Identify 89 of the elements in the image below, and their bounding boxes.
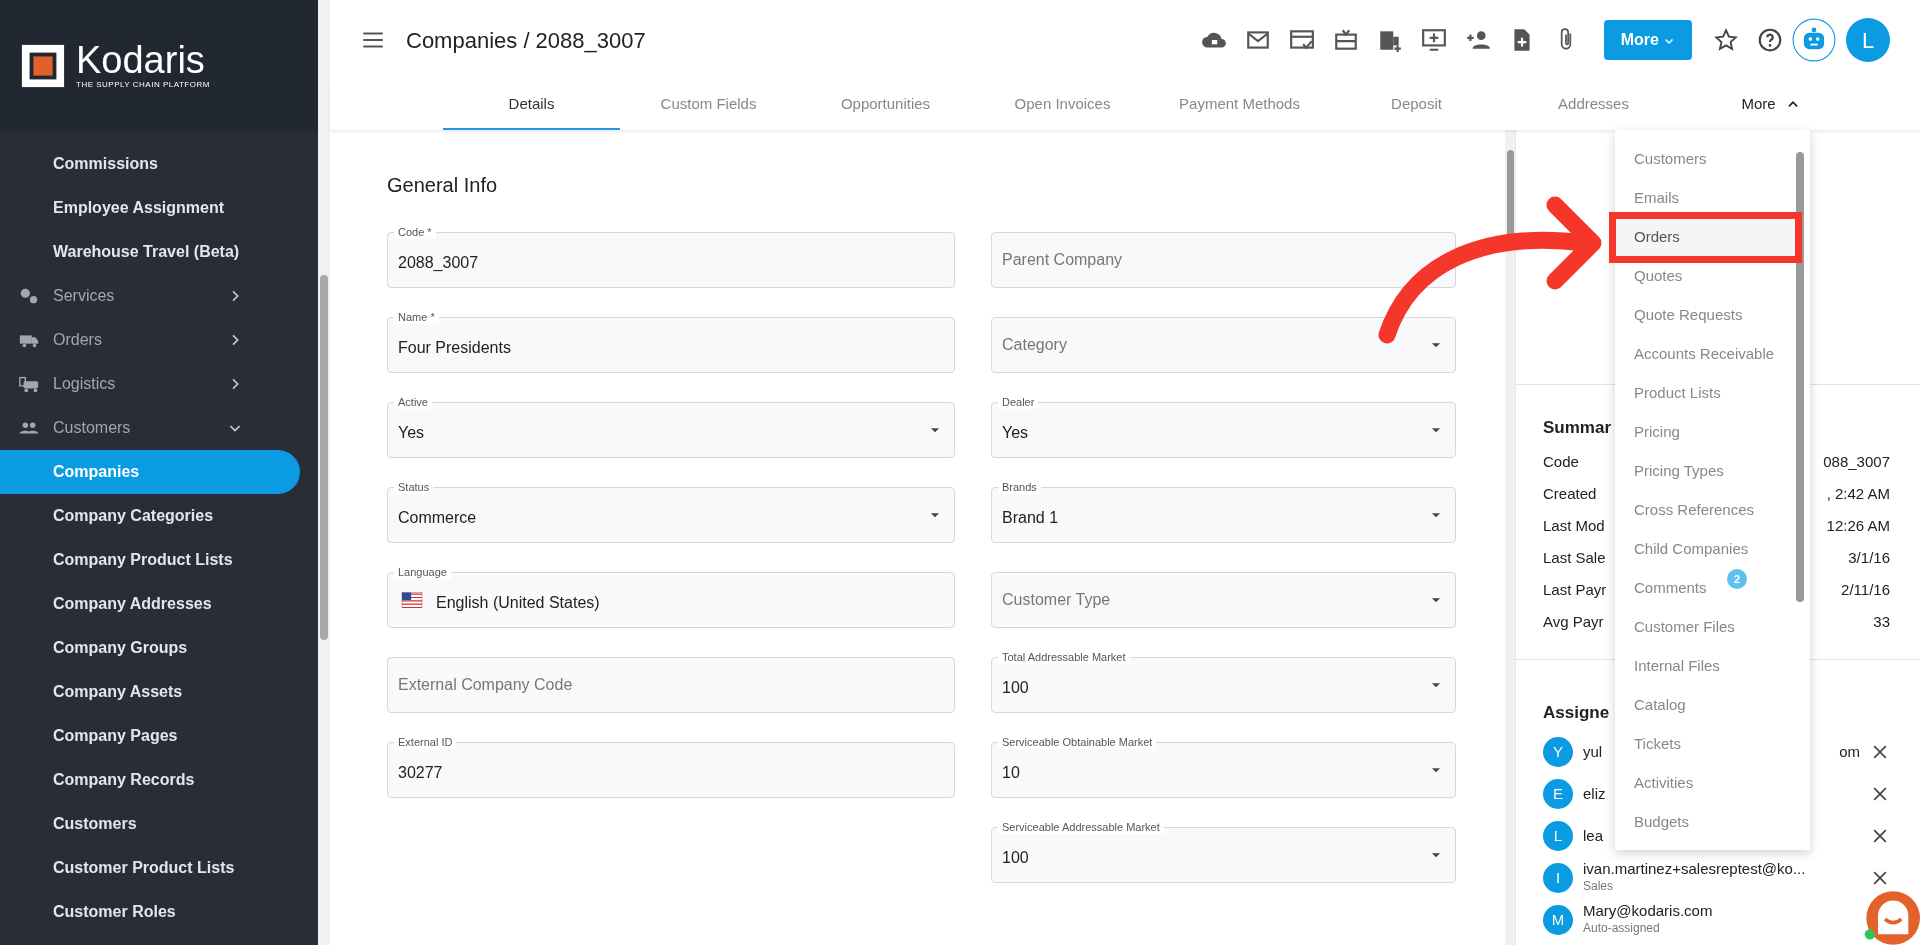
menu-item[interactable]: Customer Files [1615, 608, 1796, 647]
summary-label: Avg Payr [1543, 612, 1604, 633]
assignee-email: ivan.martinez+salesreptest@ko... [1583, 860, 1806, 878]
tab[interactable]: More [1682, 80, 1859, 130]
nav-item[interactable]: Company Addresses [0, 582, 318, 626]
assignee-role: Sales [1583, 878, 1615, 896]
menu-item[interactable]: Emails [1615, 179, 1796, 218]
nav-item[interactable]: Warehouse Travel (Beta) [0, 230, 318, 274]
help-icon[interactable] [1757, 27, 1783, 53]
scrollbar-thumb[interactable] [320, 275, 328, 640]
nav-item[interactable]: Company Categories [0, 494, 318, 538]
nav-item[interactable]: Customer Product Lists [0, 846, 318, 890]
menu-item[interactable]: Customers [1615, 140, 1796, 179]
star-icon[interactable] [1713, 27, 1739, 53]
summary-label: Created [1543, 484, 1597, 505]
nav-item[interactable]: Customers [0, 802, 318, 846]
menu-item[interactable]: Catalog [1615, 686, 1796, 725]
count-badge: 2 [1727, 569, 1747, 589]
monitor-add-icon[interactable] [1421, 27, 1447, 53]
logo-text: Kodaris [76, 41, 206, 79]
assignee-role: Auto-assigned [1583, 920, 1661, 938]
menu-item[interactable]: Pricing [1615, 413, 1796, 452]
input-field[interactable]: External Company Code [387, 657, 955, 713]
summary-value: 12:26 AM [1826, 516, 1890, 537]
user-avatar: Y [1543, 737, 1573, 767]
menu-item[interactable]: Child Companies [1615, 530, 1796, 569]
menu-item[interactable]: Pricing Types [1615, 452, 1796, 491]
logo-icon [20, 43, 66, 89]
tab[interactable]: Opportunities [797, 80, 974, 130]
tab[interactable]: Custom Fields [620, 80, 797, 130]
nav-group-label[interactable]: Orders [53, 328, 227, 352]
section-title: General Info [387, 173, 499, 198]
tab[interactable]: Open Invoices [974, 80, 1151, 130]
user-avatar: L [1543, 821, 1573, 851]
nav-item[interactable]: Company Pages [0, 714, 318, 758]
nav-item[interactable]: Customer Roles [0, 890, 318, 934]
summary-label: Last Sale [1543, 548, 1606, 569]
menu-item[interactable]: Internal Files [1615, 647, 1796, 686]
nav-item[interactable]: Company Assets [0, 670, 318, 714]
summary-value: 088_3007 [1823, 452, 1890, 473]
menu-item[interactable]: Accounts Receivable [1615, 335, 1796, 374]
nav-item[interactable]: Commissions [0, 142, 318, 186]
scrollbar-thumb[interactable] [1796, 152, 1804, 602]
gift-card-icon[interactable] [1333, 27, 1359, 53]
nav-group-label[interactable]: Services [53, 284, 227, 308]
nav-item[interactable]: Company Records [0, 758, 318, 802]
input-field[interactable]: Parent Company [991, 232, 1456, 288]
summary-value: , 2:42 AM [1826, 484, 1890, 505]
tab[interactable]: Addresses [1505, 80, 1682, 130]
menu-item[interactable]: Product Lists [1615, 374, 1796, 413]
summary-value: 33 [1873, 612, 1890, 633]
menu-item[interactable]: Quotes [1615, 257, 1796, 296]
nav-item[interactable]: Company Groups [0, 626, 318, 670]
nav-item[interactable]: Company Product Lists [0, 538, 318, 582]
summary-label: Last Mod [1543, 516, 1605, 537]
assignee-email: eliz [1583, 785, 1606, 803]
tab[interactable]: Deposit [1328, 80, 1505, 130]
summary-value: 2/11/16 [1841, 580, 1890, 601]
user-avatar[interactable]: L [1846, 18, 1890, 62]
assignee-email: yul [1583, 743, 1603, 761]
menu-item[interactable]: Comments 2 [1615, 569, 1796, 608]
more-button[interactable]: More [1604, 20, 1692, 60]
summary-label: Code [1543, 452, 1579, 473]
select-field[interactable]: Category [991, 317, 1456, 373]
section-title: Summar [1543, 417, 1612, 439]
select-field[interactable]: Customer Type [991, 572, 1456, 628]
page-title: Companies / 2088_3007 [406, 26, 646, 55]
nav-group-label[interactable]: Customers [53, 416, 227, 440]
nav-item[interactable]: Employee Assignment [0, 186, 318, 230]
user-avatar: E [1543, 779, 1573, 809]
nav-group-label[interactable]: Logistics [53, 372, 227, 396]
menu-item[interactable]: Tickets [1615, 725, 1796, 764]
assignee-email: Mary@kodaris.com [1583, 902, 1713, 920]
flag-icon [398, 590, 426, 610]
summary-label: Last Payr [1543, 580, 1607, 601]
summary-value: 3/1/16 [1848, 548, 1890, 569]
menu-item[interactable]: Activities [1615, 764, 1796, 803]
logo-tagline: THE SUPPLY CHAIN PLATFORM [76, 79, 210, 91]
nav-item[interactable]: Companies [0, 450, 300, 494]
robot-icon[interactable] [1792, 18, 1836, 62]
user-avatar: M [1543, 905, 1573, 935]
menu-item[interactable]: Budgets [1615, 803, 1796, 842]
section-title: Assigne [1543, 701, 1610, 724]
menu-item[interactable]: Cross References [1615, 491, 1796, 530]
tab[interactable]: Payment Methods [1151, 80, 1328, 130]
menu-item[interactable]: Quote Requests [1615, 296, 1796, 335]
user-avatar: I [1543, 863, 1573, 893]
assignee-email: om [1839, 743, 1860, 761]
assignee-email: lea [1583, 827, 1604, 845]
